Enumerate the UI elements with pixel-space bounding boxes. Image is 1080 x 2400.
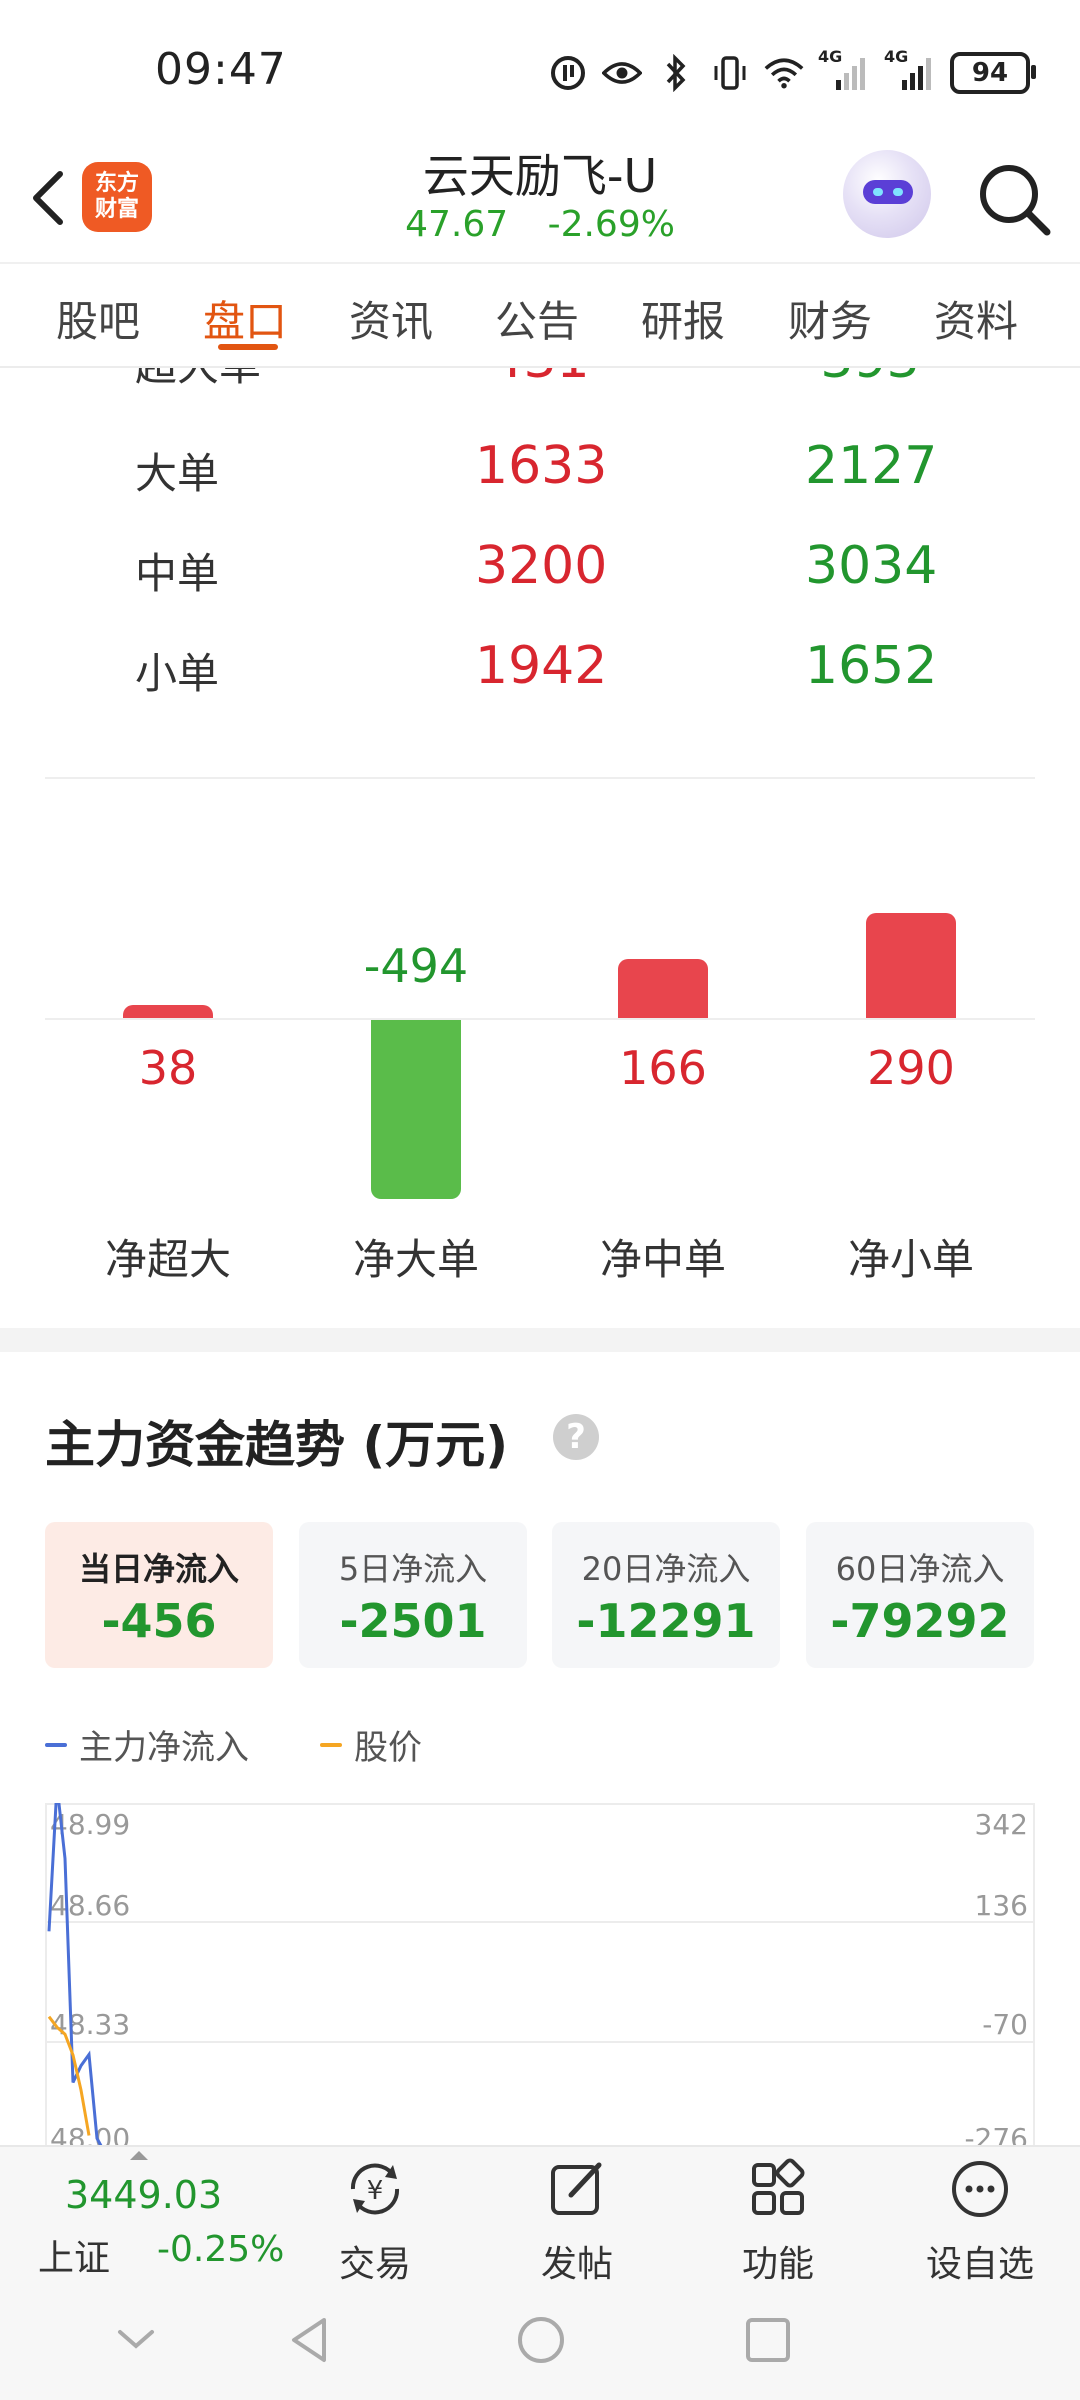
robot-eye-right	[893, 188, 903, 196]
index-name[interactable]: 上证	[38, 2229, 110, 2281]
card-60day-inflow[interactable]: 60日净流入 -79292	[806, 1522, 1034, 1668]
nav-home-icon[interactable]	[511, 2310, 571, 2370]
active-tab-indicator	[218, 344, 278, 350]
section-gap	[0, 1328, 1080, 1352]
order-row-label: 中单	[135, 549, 220, 598]
trend-lines	[47, 1803, 103, 2145]
legend-main-inflow: 主力净流入	[45, 1720, 249, 1769]
card-20day-inflow[interactable]: 20日净流入 -12291	[552, 1522, 780, 1668]
tab-pankou[interactable]: 盘口	[203, 288, 287, 349]
expand-caret-icon[interactable]	[130, 2151, 148, 2160]
wifi-icon	[764, 53, 804, 93]
status-icons: 4G 4G 94	[548, 47, 1036, 98]
bar-chart-baseline	[45, 1018, 1035, 1020]
legend-swatch	[45, 1742, 67, 1747]
net-bar-value: 166	[619, 1041, 707, 1095]
card-title: 当日净流入	[78, 1550, 239, 1588]
net-bar	[866, 913, 956, 1019]
signal-icon-1: 4G	[818, 47, 870, 93]
tab-bar-cover: 股吧 盘口 资讯 公告 研报 财务 资料	[0, 262, 1080, 368]
grid-apps-icon	[746, 2157, 810, 2221]
tab-finance[interactable]: 财务	[788, 288, 872, 349]
app-header: 东方 财富 云天励飞-U 47.67 -2.69%	[0, 140, 1080, 260]
index-value[interactable]: 3449.03	[65, 2173, 222, 2217]
edit-icon	[545, 2157, 609, 2221]
robot-assistant-avatar[interactable]	[843, 150, 931, 238]
legend-swatch	[320, 1742, 342, 1747]
net-bar-label: 净超大	[104, 1235, 231, 1284]
post-button[interactable]: 发帖	[507, 2157, 647, 2285]
nav-back-icon[interactable]	[280, 2310, 340, 2370]
trade-icon: ¥	[343, 2157, 407, 2221]
order-row-label: 小单	[135, 649, 220, 698]
order-buy-value: 1942	[475, 636, 608, 696]
order-sell-value: 3034	[805, 536, 938, 596]
eye-icon	[602, 53, 642, 93]
status-bar: 09:47 4G 4G 94	[0, 0, 1080, 140]
net-bar-value: 38	[138, 1041, 198, 1095]
net-bar	[618, 958, 708, 1019]
tab-news[interactable]: 资讯	[349, 288, 433, 349]
card-value: -2501	[339, 1594, 487, 1648]
card-value: -79292	[830, 1594, 1010, 1648]
robot-eye-left	[873, 188, 883, 196]
net-bar-label: 净小单	[847, 1235, 974, 1284]
search-icon[interactable]	[975, 160, 1055, 240]
stock-price: 47.67	[405, 204, 509, 245]
net-bar	[123, 1005, 213, 1019]
net-bar-value: 290	[867, 1041, 955, 1095]
price-line	[47, 2015, 91, 2136]
status-time: 09:47	[155, 44, 287, 95]
help-icon[interactable]: ?	[553, 1414, 599, 1460]
system-nav-bar	[0, 2280, 1080, 2400]
section-divider	[45, 777, 1035, 779]
order-sell-value: 1652	[805, 636, 938, 696]
index-change-pct[interactable]: -0.25%	[157, 2229, 284, 2270]
trend-title: 主力资金趋势 (万元)	[45, 1416, 509, 1474]
main-inflow-line	[47, 1803, 103, 2145]
order-buy-value: 3200	[475, 536, 608, 596]
bluetooth-icon	[656, 53, 696, 93]
tab-announcements[interactable]: 公告	[495, 288, 579, 349]
robot-visor	[863, 180, 913, 204]
card-today-inflow[interactable]: 当日净流入 -456	[45, 1522, 273, 1668]
tab-guba[interactable]: 股吧	[56, 288, 140, 349]
net-bar-label: 净大单	[352, 1235, 479, 1284]
tab-research[interactable]: 研报	[641, 288, 725, 349]
svg-text:¥: ¥	[367, 2176, 384, 2206]
net-bar-label: 净中单	[599, 1235, 726, 1284]
chevron-down-icon[interactable]	[106, 2310, 166, 2370]
functions-button[interactable]: 功能	[708, 2157, 848, 2285]
card-title: 60日净流入	[835, 1550, 1005, 1588]
card-5day-inflow[interactable]: 5日净流入 -2501	[299, 1522, 527, 1668]
card-value: -456	[101, 1594, 217, 1648]
order-row-label: 大单	[135, 449, 220, 498]
tab-profile[interactable]: 资料	[934, 288, 1018, 349]
battery-indicator: 94	[950, 52, 1036, 94]
signal-icon-2: 4G	[884, 47, 936, 93]
bottom-toolbar: 3449.03 上证 -0.25% ¥ 交易 发帖 功能 设自选	[0, 2145, 1080, 2285]
vibrate-icon	[710, 53, 750, 93]
card-title: 5日净流入	[338, 1550, 488, 1588]
order-buy-value: 1633	[475, 436, 608, 496]
more-circle-icon	[948, 2157, 1012, 2221]
legend-price: 股价	[320, 1720, 422, 1769]
net-bar-value: -494	[363, 939, 469, 993]
nav-recents-icon[interactable]	[738, 2310, 798, 2370]
notification-icon	[548, 53, 588, 93]
add-watchlist-button[interactable]: 设自选	[910, 2157, 1050, 2285]
order-sell-value: 2127	[805, 436, 938, 496]
stock-change-pct: -2.69%	[547, 204, 675, 245]
card-title: 20日净流入	[581, 1550, 751, 1588]
trade-button[interactable]: ¥ 交易	[305, 2157, 445, 2285]
net-bar	[371, 1019, 461, 1199]
card-value: -12291	[576, 1594, 756, 1648]
